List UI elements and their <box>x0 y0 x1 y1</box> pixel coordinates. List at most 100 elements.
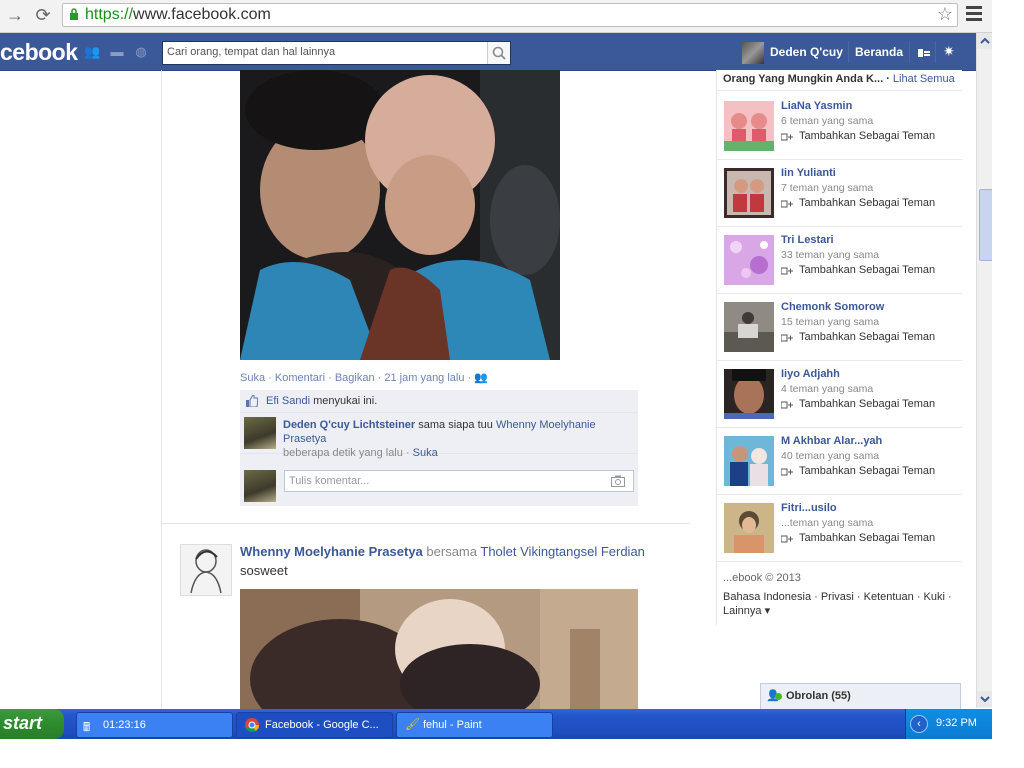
home-link[interactable]: Beranda <box>855 45 903 59</box>
post-author-avatar[interactable] <box>180 544 232 596</box>
pymk-item: Iiyo Adjahh 4 teman yang sama Tambahkan … <box>717 360 962 428</box>
mutual-friends[interactable]: 40 teman yang sama <box>781 450 879 462</box>
person-name[interactable]: Iiyo Adjahh <box>781 368 840 380</box>
bookmark-star-icon[interactable]: ☆ <box>937 4 953 25</box>
tray-expand-icon[interactable]: ‹ <box>910 715 928 733</box>
footer-links[interactable]: Bahasa Indonesia · Privasi · Ketentuan ·… <box>723 590 959 618</box>
messages-icon[interactable]: ▬ <box>110 45 124 58</box>
add-friend-button[interactable]: Tambahkan Sebagai Teman <box>799 331 935 343</box>
add-friend-button[interactable]: Tambahkan Sebagai Teman <box>799 465 935 477</box>
pymk-header: Orang Yang Mungkin Anda K... · Lihat Sem… <box>723 73 963 85</box>
person-name[interactable]: Fitri...usilo <box>781 502 837 514</box>
add-friend-icon[interactable] <box>781 534 793 544</box>
add-friend-button[interactable]: Tambahkan Sebagai Teman <box>799 532 935 544</box>
add-friend-icon[interactable] <box>781 132 793 142</box>
mutual-friends[interactable]: 33 teman yang sama <box>781 249 879 261</box>
mutual-friends[interactable]: 6 teman yang sama <box>781 115 873 127</box>
online-dot-icon <box>775 693 782 700</box>
mutual-friends[interactable]: ...teman yang sama <box>781 517 873 529</box>
post-photo[interactable] <box>240 589 638 711</box>
profile-link[interactable]: Deden Q'cuy <box>770 45 843 59</box>
page-scrollbar[interactable] <box>976 33 993 708</box>
camera-icon[interactable] <box>611 475 625 487</box>
back-arrow-icon[interactable]: → <box>4 4 26 26</box>
search-box[interactable]: Cari orang, tempat dan hal lainnya <box>162 41 511 65</box>
url-text[interactable]: https://www.facebook.com <box>85 6 271 24</box>
see-all-link[interactable]: Lihat Semua <box>893 73 955 85</box>
person-photo[interactable] <box>724 168 774 218</box>
person-name[interactable]: Iin Yulianti <box>781 167 836 179</box>
person-photo[interactable] <box>724 101 774 151</box>
add-friend-button[interactable]: Tambahkan Sebagai Teman <box>799 130 935 142</box>
person-name[interactable]: LiaNa Yasmin <box>781 100 852 112</box>
scroll-down-arrow-icon[interactable] <box>977 691 993 707</box>
settings-gear-icon[interactable]: ✷ <box>943 43 955 60</box>
search-button[interactable] <box>487 42 510 64</box>
add-friend-icon[interactable] <box>781 333 793 343</box>
like-link[interactable]: Suka <box>240 372 265 384</box>
address-bar[interactable]: https://www.facebook.com ☆ <box>62 3 958 27</box>
right-sidebar: Orang Yang Mungkin Anda K... · Lihat Sem… <box>716 70 962 625</box>
write-comment-input[interactable]: Tulis komentar... <box>284 470 634 492</box>
commenter-avatar[interactable] <box>244 417 276 449</box>
taskbar-item[interactable]: 🖌 fehul - Paint <box>396 712 553 738</box>
tagged-user[interactable]: Tholet Vikingtangsel Ferdian <box>480 544 645 559</box>
taskbar-item-label: Facebook - Google C... <box>265 719 379 731</box>
post-photo[interactable] <box>240 70 560 360</box>
mutual-friends[interactable]: 7 teman yang sama <box>781 182 873 194</box>
post-timestamp[interactable]: 21 jam yang lalu <box>384 372 464 384</box>
add-friend-button[interactable]: Tambahkan Sebagai Teman <box>799 398 935 410</box>
add-friend-icon[interactable] <box>781 199 793 209</box>
comment-like-link[interactable]: Suka <box>413 447 438 459</box>
person-name[interactable]: Chemonk Somorow <box>781 301 884 313</box>
share-link[interactable]: Bagikan <box>335 372 375 384</box>
mutual-friends[interactable]: 4 teman yang sama <box>781 383 873 395</box>
browser-menu-icon[interactable] <box>966 6 982 22</box>
commenter-name[interactable]: Deden Q'cuy Lichtsteiner <box>283 419 415 431</box>
like-suffix: menyukai ini. <box>313 395 378 407</box>
reload-icon[interactable]: ⟳ <box>32 4 54 26</box>
add-friend-icon[interactable] <box>781 400 793 410</box>
comment-link[interactable]: Komentari <box>275 372 325 384</box>
person-photo[interactable] <box>724 235 774 285</box>
chrome-icon <box>245 718 259 732</box>
post-author-name[interactable]: Whenny Moelyhanie Prasetya <box>240 544 423 559</box>
chat-label: Obrolan (55) <box>786 690 851 702</box>
scroll-up-arrow-icon[interactable] <box>977 33 993 49</box>
taskbar-item-label: 01:23:16 <box>103 719 146 731</box>
audience-friends-icon[interactable]: 👥 <box>474 372 488 384</box>
person-photo[interactable] <box>724 302 774 352</box>
start-button[interactable]: start <box>0 709 64 739</box>
paint-icon: 🖌 <box>405 717 421 731</box>
header-divider <box>717 90 962 91</box>
comment-text: sama siapa tuu <box>418 419 493 431</box>
search-input[interactable]: Cari orang, tempat dan hal lainnya <box>167 46 335 58</box>
person-photo[interactable] <box>724 503 774 553</box>
taskbar-item[interactable]: 🖩 01:23:16 <box>76 712 233 738</box>
person-photo[interactable] <box>724 369 774 419</box>
person-name[interactable]: Tri Lestari <box>781 234 834 246</box>
taskbar-item-active[interactable]: Facebook - Google C... <box>236 712 393 738</box>
thumbs-up-icon <box>246 395 258 407</box>
mutual-friends[interactable]: 15 teman yang sama <box>781 316 879 328</box>
add-friend-button[interactable]: Tambahkan Sebagai Teman <box>799 264 935 276</box>
person-photo[interactable] <box>724 436 774 486</box>
add-friend-button[interactable]: Tambahkan Sebagai Teman <box>799 197 935 209</box>
add-friend-icon[interactable] <box>781 266 793 276</box>
facebook-logo[interactable]: cebook <box>0 39 78 66</box>
search-icon <box>492 46 506 60</box>
add-friend-icon[interactable] <box>781 467 793 477</box>
profile-avatar[interactable] <box>742 42 764 64</box>
clock-app-icon: 🖩 <box>83 720 91 734</box>
scroll-thumb[interactable] <box>979 189 993 261</box>
comment-time[interactable]: beberapa detik yang lalu <box>283 447 403 459</box>
privacy-shortcuts-icon[interactable] <box>918 48 930 58</box>
liker-name[interactable]: Efi Sandi <box>266 395 310 407</box>
tray-clock[interactable]: 9:32 PM <box>936 717 977 729</box>
notifications-globe-icon[interactable]: ◍ <box>134 45 148 58</box>
friend-requests-icon[interactable]: 👥 <box>84 45 100 58</box>
post-text: sosweet <box>240 563 288 578</box>
person-name[interactable]: M Akhbar Alar...yah <box>781 435 882 447</box>
like-text: Efi Sandi menyukai ini. <box>266 395 377 407</box>
chat-bar[interactable]: 👤 Obrolan (55) <box>760 683 961 710</box>
